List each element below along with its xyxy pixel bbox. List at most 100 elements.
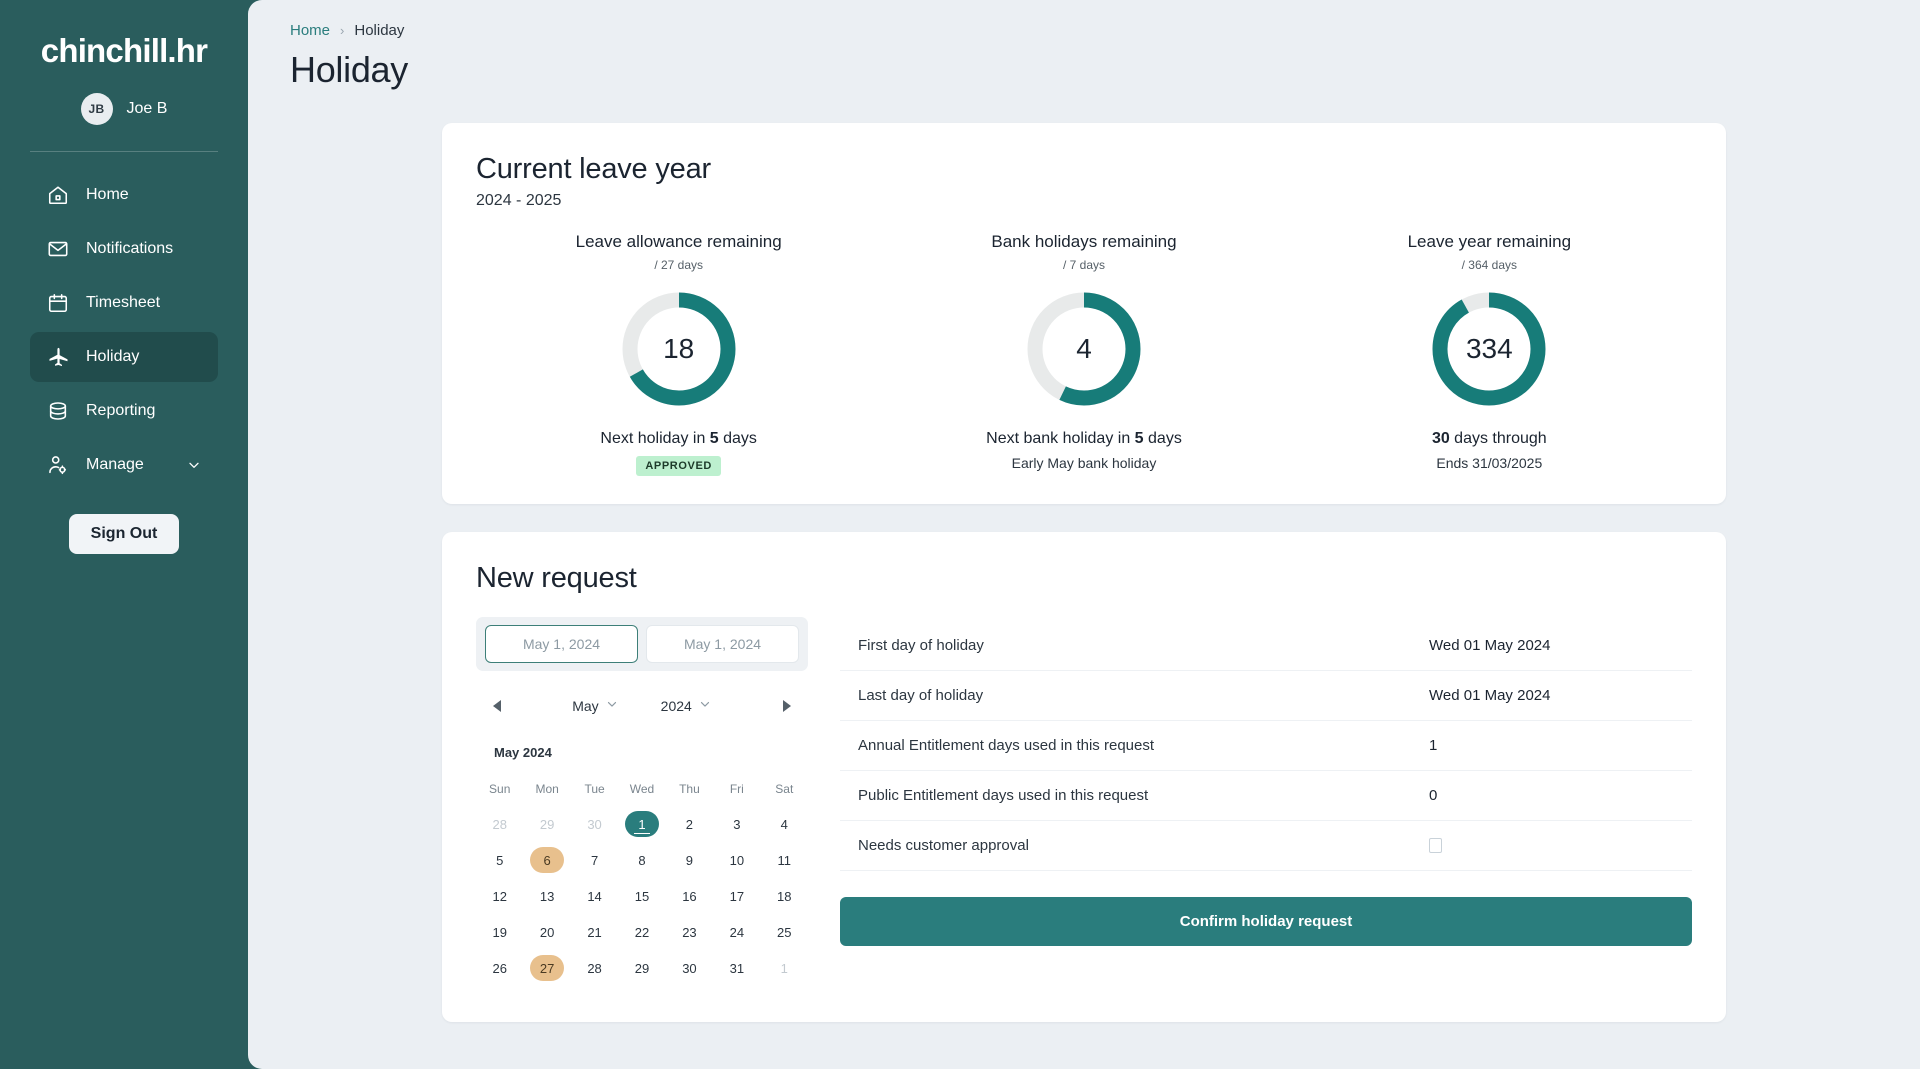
detail-value: 0 [1429, 787, 1438, 804]
request-details: First day of holiday Wed 01 May 2024 Last … [840, 617, 1692, 986]
sidebar-item-reporting[interactable]: Reporting [30, 386, 218, 436]
calendar-day[interactable]: 25 [767, 919, 801, 945]
end-date-tab[interactable]: May 1, 2024 [646, 625, 799, 663]
stat-footer-bold: 5 [709, 430, 719, 447]
sidebar-item-timesheet[interactable]: Timesheet [30, 278, 218, 328]
calendar-day[interactable]: 2 [672, 811, 706, 837]
calendar-day-header: Sun [489, 782, 511, 796]
calendar-day[interactable]: 16 [672, 883, 706, 909]
calendar-day[interactable]: 5 [483, 847, 517, 873]
calendar-cell: 26 [476, 950, 523, 986]
calendar-day[interactable]: 22 [625, 919, 659, 945]
calendar-day[interactable]: 9 [672, 847, 706, 873]
calendar-day-header: Thu [679, 782, 700, 796]
calendar-day[interactable]: 8 [625, 847, 659, 873]
detail-row: Annual Entitlement days used in this req… [840, 721, 1692, 771]
new-request-title: New request [476, 562, 637, 594]
detail-row: Public Entitlement days used in this req… [840, 771, 1692, 821]
calendar-day[interactable]: 29 [530, 811, 564, 837]
donut-chart: 334 [1428, 288, 1550, 410]
brand-logo[interactable]: chinchill.hr [41, 34, 208, 67]
stat-footer-bold: 30 [1431, 430, 1450, 447]
new-request-card: New request May 1, 2024 May 1, 2024 May … [442, 532, 1726, 1022]
calendar-cell: 17 [713, 878, 760, 914]
home-icon [46, 183, 70, 207]
stat-footer: Next bank holiday in 5 days [986, 430, 1182, 448]
calendar-day[interactable]: 6 [530, 847, 565, 873]
avatar: JB [80, 93, 113, 125]
calendar-day[interactable]: 27 [530, 955, 565, 981]
next-month-button[interactable] [774, 693, 800, 719]
month-select[interactable]: May [572, 697, 618, 716]
calendar-day[interactable]: 18 [767, 883, 801, 909]
calendar-cell: 28 [571, 950, 618, 986]
calendar-cell: 23 [666, 914, 713, 950]
request-body: May 1, 2024 May 1, 2024 May 2024 May 202… [476, 617, 1692, 986]
calendar-day[interactable]: 17 [720, 883, 754, 909]
calendar-day[interactable]: 4 [767, 811, 801, 837]
calendar-day-header: Wed [629, 782, 655, 796]
customer-approval-checkbox[interactable] [1429, 838, 1442, 853]
sidebar-item-manage[interactable]: Manage [30, 440, 218, 490]
calendar-day[interactable]: 24 [720, 919, 754, 945]
sidebar-item-notifications[interactable]: Notifications [30, 224, 218, 274]
calendar-cell: 27 [523, 950, 570, 986]
calendar-cell: 24 [713, 914, 760, 950]
calendar-day[interactable]: 11 [767, 847, 801, 873]
stat-leave-allowance: Leave allowance remaining / 27 days 18 N… [476, 232, 881, 476]
prev-month-button[interactable] [484, 693, 510, 719]
calendar-day[interactable]: 15 [625, 883, 659, 909]
calendar-day[interactable]: 1 [624, 811, 659, 837]
chevron-down-icon[interactable] [186, 457, 202, 473]
sidebar-item-label: Timesheet [86, 294, 161, 311]
calendar-day[interactable]: 31 [720, 955, 754, 981]
calendar-day[interactable]: 12 [483, 883, 517, 909]
start-date-tab[interactable]: May 1, 2024 [485, 625, 638, 663]
confirm-holiday-request-button[interactable]: Confirm holiday request [840, 897, 1692, 946]
date-range-tabs: May 1, 2024 May 1, 2024 [476, 617, 808, 671]
detail-row: Last day of holiday Wed 01 May 2024 [840, 671, 1692, 721]
user-profile[interactable]: JB Joe B [80, 93, 167, 125]
calendar-cell: 16 [666, 878, 713, 914]
calendar-icon [46, 291, 70, 315]
user-gear-icon [46, 453, 70, 477]
detail-label: First day of holiday [858, 637, 984, 654]
calendar-day[interactable]: 29 [625, 955, 659, 981]
detail-value: 1 [1429, 737, 1438, 754]
calendar-cell: 13 [523, 878, 570, 914]
calendar-cell: 30 [571, 806, 618, 842]
calendar-column: May 1, 2024 May 1, 2024 May 2024 May 202… [476, 617, 808, 986]
calendar-day[interactable]: 13 [530, 883, 564, 909]
main-content: Home › Holiday Holiday Current leave yea… [248, 0, 1920, 1069]
calendar-day[interactable]: 21 [578, 919, 612, 945]
stat-footer-prefix: Next bank holiday in [986, 430, 1135, 447]
calendar-day[interactable]: 7 [578, 847, 612, 873]
calendar-day[interactable]: 28 [483, 811, 517, 837]
calendar-day[interactable]: 28 [578, 955, 612, 981]
calendar-day[interactable]: 19 [483, 919, 517, 945]
calendar-day[interactable]: 3 [720, 811, 754, 837]
calendar-day[interactable]: 23 [672, 919, 706, 945]
breadcrumb-home[interactable]: Home [290, 22, 330, 39]
calendar-day[interactable]: 10 [720, 847, 754, 873]
breadcrumb-separator-icon: › [340, 23, 345, 38]
sign-out-button[interactable]: Sign Out [68, 514, 180, 554]
calendar-nav: May 2024 [476, 693, 808, 719]
year-select[interactable]: 2024 [661, 697, 712, 716]
sidebar-item-home[interactable]: Home [30, 170, 218, 220]
calendar-cell: 9 [666, 842, 713, 878]
calendar-cell: 2 [666, 806, 713, 842]
calendar-day[interactable]: 14 [578, 883, 612, 909]
calendar-cell: 4 [761, 806, 808, 842]
donut-value: 334 [1465, 333, 1513, 364]
calendar-day[interactable]: 30 [672, 955, 706, 981]
calendar-day[interactable]: 20 [530, 919, 564, 945]
sidebar-item-holiday[interactable]: Holiday [30, 332, 218, 382]
calendar-day[interactable]: 26 [483, 955, 517, 981]
calendar-day[interactable]: 1 [767, 955, 801, 981]
stat-footer-suffix: days [1143, 430, 1182, 447]
calendar-day[interactable]: 30 [578, 811, 612, 837]
stat-denominator: / 7 days [1062, 258, 1105, 272]
card-subtitle: 2024 - 2025 [476, 192, 562, 209]
stat-footer: Next holiday in 5 days [600, 430, 757, 448]
